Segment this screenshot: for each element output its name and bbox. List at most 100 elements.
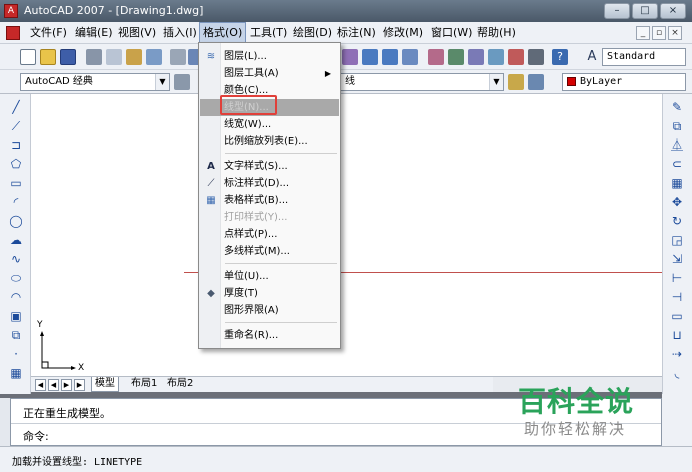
insert-block-icon[interactable]: ▣ — [8, 309, 24, 323]
menu-item-scale-list[interactable]: 比例缩放列表(E)... — [200, 133, 339, 150]
design-center-icon[interactable] — [448, 49, 464, 65]
command-window-grip[interactable] — [0, 398, 10, 446]
menu-item-lineweight[interactable]: 线宽(W)... — [200, 116, 339, 133]
array-icon[interactable]: ▦ — [669, 176, 685, 190]
mirror-icon[interactable]: ⏅ — [669, 138, 685, 152]
linetype-combo[interactable]: 线 ▼ — [340, 73, 504, 91]
revision-cloud-icon[interactable]: ☁ — [8, 233, 24, 247]
pan-icon[interactable] — [342, 49, 358, 65]
tab-first-button[interactable]: ◀ — [35, 379, 46, 391]
scale-icon[interactable]: ◲ — [669, 233, 685, 247]
tab-prev-button[interactable]: ◀ — [48, 379, 59, 391]
menu-modify[interactable]: 修改(M) — [380, 22, 426, 44]
menu-dimension[interactable]: 标注(N) — [334, 22, 379, 44]
trim-icon[interactable]: ⊢ — [669, 271, 685, 285]
menu-item-point-style[interactable]: 点样式(P)... — [200, 226, 339, 243]
cut-icon[interactable] — [170, 49, 186, 65]
menu-help[interactable]: 帮助(H) — [474, 22, 519, 44]
tab-layout2[interactable]: 布局2 — [164, 377, 196, 392]
point-icon[interactable]: · — [8, 347, 24, 361]
menu-file[interactable]: 文件(F) — [27, 22, 70, 44]
menu-item-thickness[interactable]: ◆ 厚度(T) — [200, 285, 339, 302]
3d-dwf-icon[interactable] — [146, 49, 162, 65]
workspace-settings-icon[interactable] — [174, 74, 190, 90]
menu-item-layer[interactable]: ≋ 图层(L)... — [200, 48, 339, 65]
menu-window[interactable]: 窗口(W) — [428, 22, 475, 44]
menu-item-multiline-style[interactable]: 多线样式(M)... — [200, 243, 339, 260]
print-icon[interactable] — [86, 49, 102, 65]
menu-edit[interactable]: 编辑(E) — [72, 22, 116, 44]
maximize-button[interactable]: □ — [632, 3, 658, 19]
menu-item-table-style[interactable]: ▦ 表格样式(B)... — [200, 192, 339, 209]
tab-next-button[interactable]: ▶ — [61, 379, 72, 391]
menu-tools[interactable]: 工具(T) — [247, 22, 290, 44]
close-button[interactable]: × — [660, 3, 686, 19]
menu-item-rename[interactable]: 重命名(R)... — [200, 327, 339, 344]
standard-toolbar: ? A Standard — [0, 44, 692, 70]
sheet-set-icon[interactable] — [488, 49, 504, 65]
move-icon[interactable]: ✥ — [669, 195, 685, 209]
break-icon[interactable]: ▭ — [669, 309, 685, 323]
construction-line-icon[interactable]: ⟋ — [8, 119, 24, 133]
properties-icon[interactable] — [428, 49, 444, 65]
zoom-window-icon[interactable] — [382, 49, 398, 65]
save-icon[interactable] — [60, 49, 76, 65]
polygon-icon[interactable]: ⬠ — [8, 157, 24, 171]
zoom-realtime-icon[interactable] — [362, 49, 378, 65]
menu-item-dimension-style[interactable]: ⟋ 标注样式(D)... — [200, 175, 339, 192]
rectangle-icon[interactable]: ▭ — [8, 176, 24, 190]
markup-icon[interactable] — [508, 49, 524, 65]
doc-minimize-button[interactable]: _ — [636, 26, 650, 40]
text-style-combo[interactable]: Standard — [602, 48, 686, 66]
calculator-icon[interactable] — [528, 49, 544, 65]
offset-icon[interactable]: ⊂ — [669, 157, 685, 171]
doc-close-button[interactable]: × — [668, 26, 682, 40]
zoom-previous-icon[interactable] — [402, 49, 418, 65]
hatch-icon[interactable]: ▦ — [8, 366, 24, 380]
tab-layout1[interactable]: 布局1 — [128, 377, 160, 392]
menu-format[interactable]: 格式(O) — [199, 22, 247, 44]
join-icon[interactable]: ⊔ — [669, 328, 685, 342]
ellipse-arc-icon[interactable]: ◠ — [8, 290, 24, 304]
tool-palettes-icon[interactable] — [468, 49, 484, 65]
tab-model[interactable]: 模型 — [91, 377, 119, 392]
menu-item-units[interactable]: 单位(U)... — [200, 268, 339, 285]
menu-item-layer-tools[interactable]: 图层工具(A) ▶ — [200, 65, 339, 82]
document-icon[interactable] — [6, 26, 20, 40]
command-prompt[interactable]: 命令: — [23, 428, 49, 444]
erase-icon[interactable]: ✎ — [669, 100, 685, 114]
menu-item-text-style[interactable]: A 文字样式(S)... — [200, 158, 339, 175]
polyline-icon[interactable]: ⊐ — [8, 138, 24, 152]
chamfer-icon[interactable]: ⇢ — [669, 347, 685, 361]
line-icon[interactable]: ╱ — [8, 100, 24, 114]
menu-draw[interactable]: 绘图(D) — [290, 22, 335, 44]
tab-last-button[interactable]: ▶ — [74, 379, 85, 391]
menu-insert[interactable]: 插入(I) — [160, 22, 200, 44]
publish-icon[interactable] — [126, 49, 142, 65]
open-file-icon[interactable] — [40, 49, 56, 65]
stretch-icon[interactable]: ⇲ — [669, 252, 685, 266]
circle-icon[interactable]: ◯ — [8, 214, 24, 228]
spline-icon[interactable]: ∿ — [8, 252, 24, 266]
layer-previous-icon[interactable] — [528, 74, 544, 90]
help-icon[interactable]: ? — [552, 49, 568, 65]
status-bar: 加载并设置线型: LINETYPE — [0, 446, 692, 472]
make-block-icon[interactable]: ⧉ — [8, 328, 24, 342]
new-file-icon[interactable] — [20, 49, 36, 65]
ellipse-icon[interactable]: ⬭ — [8, 271, 24, 285]
drawing-canvas[interactable] — [31, 94, 662, 376]
autocad-app-icon[interactable]: A — [4, 4, 18, 18]
workspace-combo[interactable]: AutoCAD 经典 ▼ — [20, 73, 170, 91]
fillet-icon[interactable]: ◟ — [669, 366, 685, 380]
plot-preview-icon[interactable] — [106, 49, 122, 65]
doc-restore-button[interactable]: ▫ — [652, 26, 666, 40]
make-layer-current-icon[interactable] — [508, 74, 524, 90]
menu-item-drawing-limits[interactable]: 图形界限(A) — [200, 302, 339, 319]
copy-object-icon[interactable]: ⧉ — [669, 119, 685, 133]
arc-icon[interactable]: ◜ — [8, 195, 24, 209]
extend-icon[interactable]: ⊣ — [669, 290, 685, 304]
rotate-icon[interactable]: ↻ — [669, 214, 685, 228]
menu-view[interactable]: 视图(V) — [115, 22, 159, 44]
minimize-button[interactable]: – — [604, 3, 630, 19]
color-combo[interactable]: ByLayer — [562, 73, 686, 91]
